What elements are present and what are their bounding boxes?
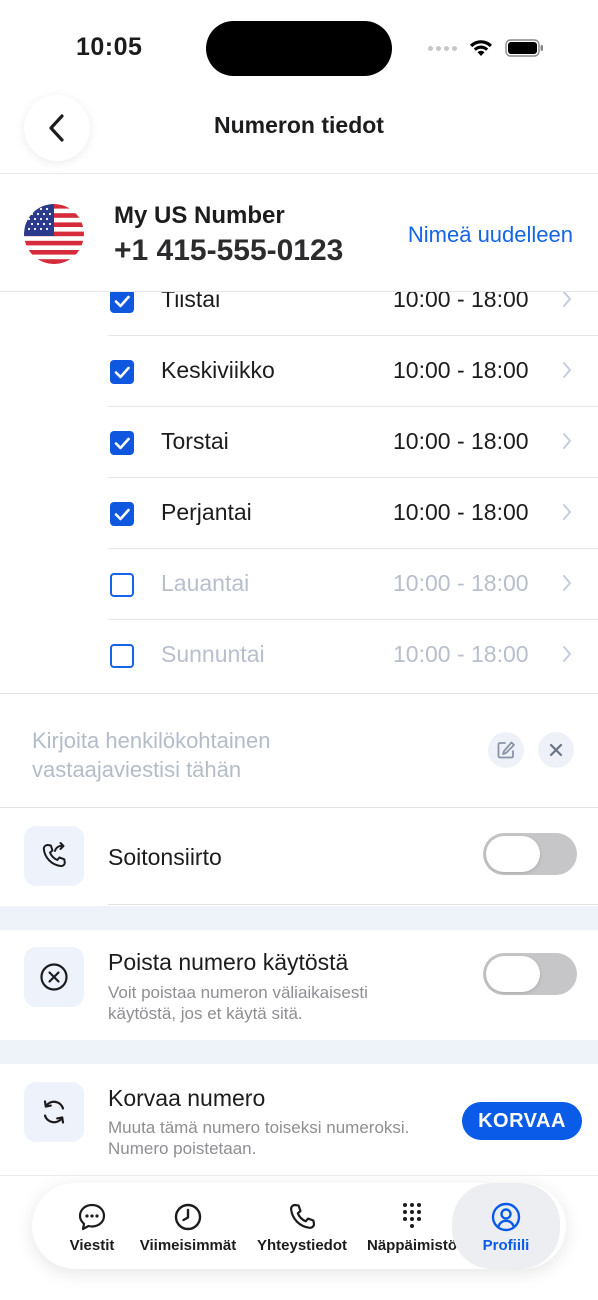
day-hours: 10:00 - 18:00 [393, 428, 529, 454]
day-checkbox[interactable] [110, 644, 134, 668]
chevron-right-icon [563, 504, 571, 520]
profile-icon [491, 1202, 521, 1232]
tab-bar: Viestit Viimeisimmät Yhteystiedot Näppäi… [32, 1183, 566, 1269]
clear-button[interactable] [538, 732, 574, 768]
replace-button[interactable]: KORVAA [462, 1102, 582, 1140]
day-checkbox[interactable] [110, 573, 134, 597]
keypad-icon [403, 1203, 421, 1228]
voicemail-message-field[interactable]: Kirjoita henkilökohtainen vastaajaviesti… [0, 694, 598, 808]
tab-label: Viestit [69, 1237, 115, 1254]
replace-number-title: Korvaa numero [108, 1085, 266, 1111]
tab-bar-container: Viestit Viimeisimmät Yhteystiedot Näppäi… [0, 1175, 598, 1300]
cellular-signal-icon [428, 46, 457, 51]
tab-label: Profiili [482, 1237, 530, 1254]
disable-number-description: Voit poistaa numeron väliaikaisesti käyt… [108, 983, 368, 1023]
call-forward-icon [42, 842, 66, 868]
tab-viimeisimmat[interactable]: Viimeisimmät [138, 1183, 238, 1269]
phone-icon [289, 1203, 316, 1229]
page-title: Numeron tiedot [214, 112, 384, 138]
day-hours: 10:00 - 18:00 [393, 570, 529, 596]
day-hours: 10:00 - 18:00 [393, 641, 529, 667]
tab-label: Yhteystiedot [256, 1237, 347, 1254]
number-card: My US Number +1 415-555-0123 Nimeä uudel… [0, 174, 598, 292]
tab-yhteystiedot[interactable]: Yhteystiedot [250, 1183, 354, 1269]
rename-button[interactable]: Nimeä uudelleen [408, 222, 573, 248]
day-checkbox[interactable] [110, 289, 134, 313]
checkmark-icon [114, 508, 130, 521]
divider [0, 1175, 598, 1176]
day-row-perjantai[interactable]: Perjantai 10:00 - 18:00 [108, 478, 598, 549]
day-row-keskiviikko[interactable]: Keskiviikko 10:00 - 18:00 [108, 336, 598, 407]
number-name: My US Number [114, 202, 285, 229]
chevron-right-icon [563, 575, 571, 591]
day-checkbox[interactable] [110, 502, 134, 526]
battery-icon [505, 39, 543, 57]
tab-label: Viimeisimmät [139, 1237, 237, 1254]
checkmark-icon [114, 437, 130, 450]
day-checkbox[interactable] [110, 360, 134, 384]
day-checkbox[interactable] [110, 431, 134, 455]
dynamic-island [206, 21, 392, 76]
toggle-knob [486, 956, 540, 992]
status-bar: 10:05 [0, 0, 598, 90]
replace-number-description: Muuta tämä numero toiseksi numeroksi. Nu… [108, 1118, 410, 1158]
section-separator [0, 1040, 598, 1064]
day-row-sunnuntai[interactable]: Sunnuntai 10:00 - 18:00 [108, 620, 598, 691]
chevron-right-icon [563, 291, 571, 307]
call-forward-icon-box [24, 826, 84, 886]
phone-number: +1 415-555-0123 [114, 234, 344, 267]
disable-number-row: Poista numero käytöstä Voit poistaa nume… [0, 930, 598, 1040]
day-row-lauantai[interactable]: Lauantai 10:00 - 18:00 [108, 549, 598, 620]
tab-nappaimisto[interactable]: Näppäimistö [364, 1183, 460, 1269]
disable-icon-box [24, 947, 84, 1007]
day-label: Lauantai [161, 570, 250, 596]
voicemail-placeholder: Kirjoita henkilökohtainen vastaajaviesti… [32, 728, 271, 782]
day-label: Sunnuntai [161, 641, 265, 667]
day-label: Torstai [161, 428, 229, 454]
day-row-torstai[interactable]: Torstai 10:00 - 18:00 [108, 407, 598, 478]
day-label: Perjantai [161, 499, 252, 525]
circle-x-icon [40, 963, 68, 991]
tab-label: Näppäimistö [366, 1237, 457, 1254]
wifi-icon [470, 40, 492, 56]
checkmark-icon [114, 295, 130, 308]
chevron-right-icon [563, 433, 571, 449]
call-forwarding-toggle[interactable] [483, 833, 577, 875]
call-forwarding-title: Soitonsiirto [108, 844, 222, 870]
status-time: 10:05 [76, 33, 143, 61]
day-hours: 10:00 - 18:00 [393, 357, 529, 383]
replace-icon-box [24, 1082, 84, 1142]
replace-number-row: Korvaa numero Muuta tämä numero toiseksi… [0, 1064, 598, 1175]
section-separator [0, 906, 598, 930]
disable-number-title: Poista numero käytöstä [108, 949, 349, 975]
edit-button[interactable] [488, 732, 524, 768]
us-flag-icon [24, 204, 84, 264]
refresh-icon [43, 1100, 65, 1124]
chat-bubble-icon [78, 1203, 106, 1231]
toggle-knob [486, 836, 540, 872]
checkmark-icon [114, 366, 130, 379]
edit-icon [497, 741, 515, 759]
day-label: Keskiviikko [161, 357, 275, 383]
tab-profiili[interactable]: Profiili [452, 1183, 560, 1269]
close-icon [549, 743, 563, 757]
nav-header: Numeron tiedot [0, 90, 598, 174]
divider [108, 904, 598, 905]
disable-number-toggle[interactable] [483, 953, 577, 995]
chevron-right-icon [563, 646, 571, 662]
chevron-right-icon [563, 362, 571, 378]
day-hours: 10:00 - 18:00 [393, 499, 529, 525]
call-forwarding-row: Soitonsiirto [0, 808, 598, 906]
tab-viestit[interactable]: Viestit [46, 1183, 138, 1269]
clock-icon [174, 1203, 202, 1231]
